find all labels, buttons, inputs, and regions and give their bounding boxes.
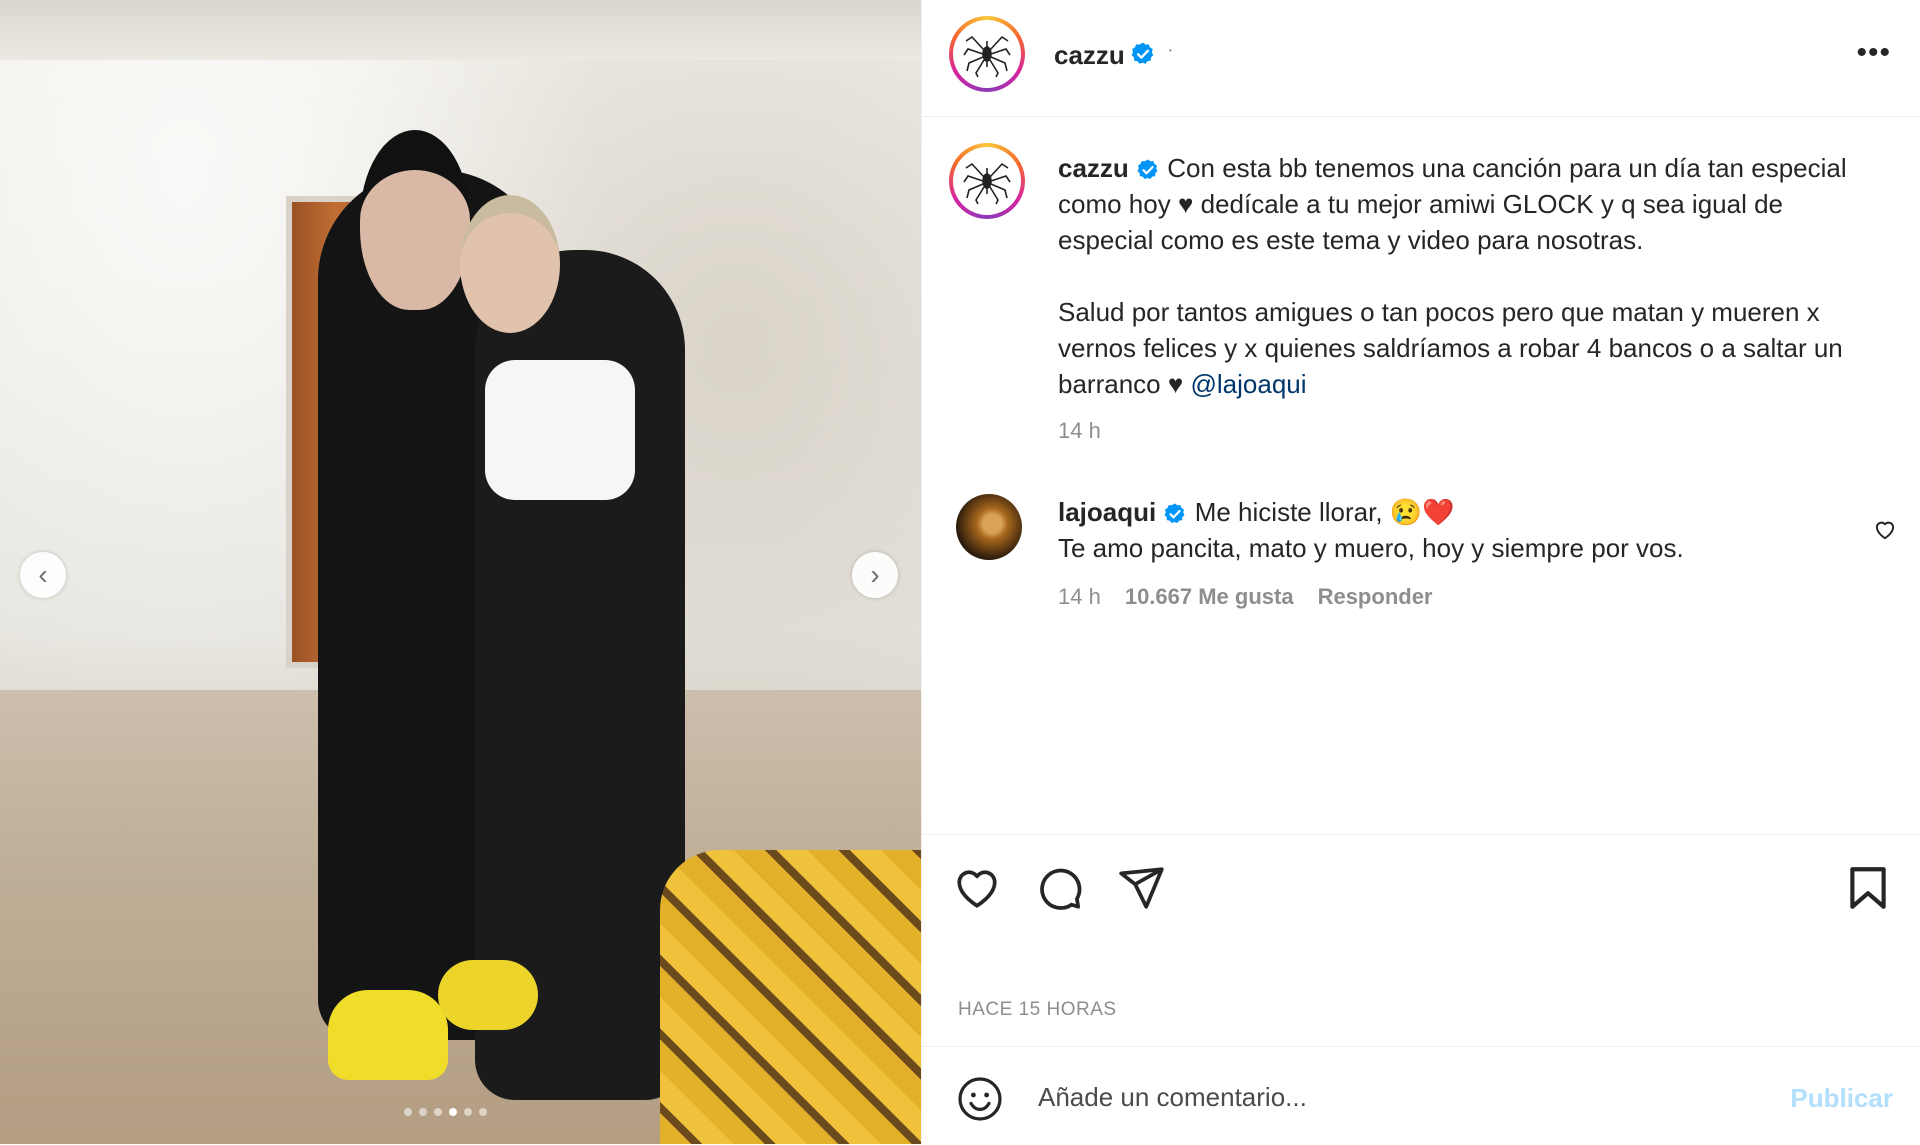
spider-logo-icon (963, 162, 1011, 205)
post-media[interactable]: ‹ › (0, 0, 921, 1144)
photo-head-right (460, 195, 560, 333)
post-actions: HACE 15 HORAS (922, 834, 1920, 1053)
verified-icon (1164, 503, 1185, 524)
publish-button[interactable]: Publicar (1790, 1083, 1893, 1114)
caption-text: Con esta bb tenemos una canción para un … (1058, 153, 1847, 255)
carousel-dot (479, 1108, 487, 1116)
caption-username[interactable]: cazzu (1058, 153, 1129, 183)
more-options-button[interactable]: ••• (1856, 36, 1891, 70)
header-separator: · (1167, 39, 1174, 61)
like-comment-heart-icon[interactable] (1872, 516, 1898, 542)
caption-timestamp[interactable]: 14 h (1058, 418, 1101, 444)
reply-button[interactable]: Responder (1318, 584, 1433, 610)
photo-white-shirt (485, 360, 635, 500)
comment-likes[interactable]: 10.667 Me gusta (1125, 584, 1294, 610)
carousel-next-button[interactable]: › (852, 552, 898, 598)
photo-slipper (438, 960, 538, 1030)
carousel-dot (464, 1108, 472, 1116)
comment-composer: Publicar (922, 1046, 1920, 1145)
comment-text: Me hiciste llorar, 😢❤️ (1194, 497, 1455, 527)
verified-icon (1131, 42, 1154, 64)
bookmark-icon[interactable] (1843, 863, 1893, 913)
comment-text: Te amo pancita, mato y muero, hoy y siem… (1058, 533, 1684, 563)
chevron-right-icon: › (870, 559, 880, 590)
post-date[interactable]: HACE 15 HORAS (958, 999, 1117, 1021)
comment-meta: 14 h 10.667 Me gusta Responder (1058, 584, 1433, 610)
carousel-dot (419, 1108, 427, 1116)
caption-author-avatar[interactable] (949, 143, 1025, 219)
post-details-panel: cazzu · ••• cazzu Con esta bb tenemos un… (921, 0, 1920, 1144)
post-header: cazzu · ••• (922, 0, 1920, 117)
comment-body: lajoaqui Me hiciste llorar, 😢❤️ Te amo p… (1058, 494, 1818, 566)
spider-logo-icon (963, 35, 1011, 78)
verified-icon (1137, 159, 1158, 180)
carousel-dot (449, 1108, 457, 1116)
photo-head-left (360, 130, 470, 310)
photo-ceiling (0, 0, 921, 60)
heart-icon[interactable] (952, 863, 1002, 913)
carousel-dot (404, 1108, 412, 1116)
comment-timestamp[interactable]: 14 h (1058, 584, 1101, 610)
comment-input[interactable] (1036, 1073, 1720, 1121)
caption-body: cazzu Con esta bb tenemos una canción pa… (1058, 150, 1868, 402)
photo-blanket (660, 850, 921, 1144)
commenter-avatar[interactable] (956, 494, 1022, 560)
chevron-left-icon: ‹ (38, 559, 48, 590)
share-icon[interactable] (1116, 863, 1166, 913)
comment-icon[interactable] (1034, 863, 1084, 913)
more-icon: ••• (1856, 36, 1891, 69)
author-avatar[interactable] (949, 16, 1025, 92)
carousel-indicator (404, 1108, 487, 1116)
photo-slipper (328, 990, 448, 1080)
emoji-icon[interactable] (956, 1075, 1004, 1123)
author-username[interactable]: cazzu (1054, 40, 1125, 71)
caption-text: Salud por tantos amigues o tan pocos per… (1058, 297, 1843, 399)
carousel-prev-button[interactable]: ‹ (20, 552, 66, 598)
mention-link[interactable]: @lajoaqui (1191, 369, 1307, 399)
carousel-dot (434, 1108, 442, 1116)
commenter-username[interactable]: lajoaqui (1058, 497, 1156, 527)
